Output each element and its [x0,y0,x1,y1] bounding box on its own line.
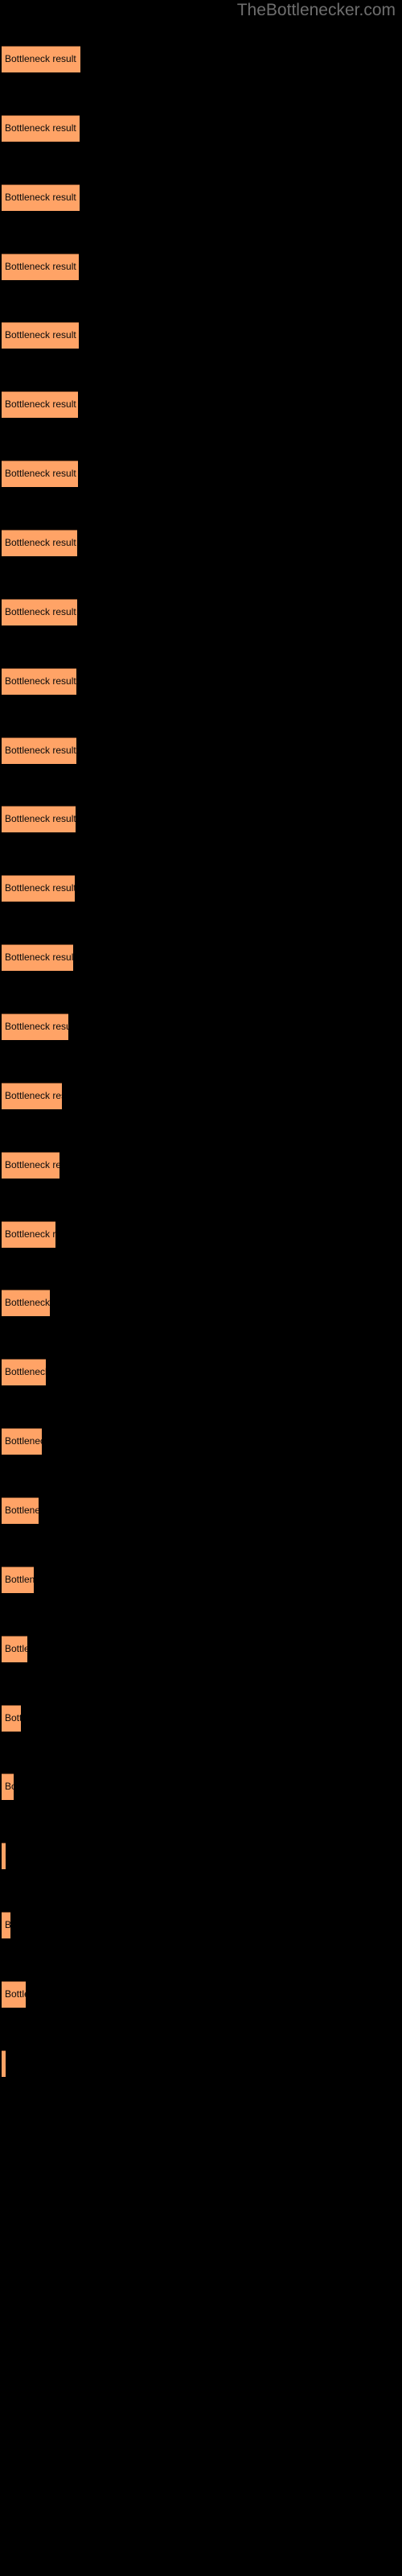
bar-row: Bottleneck result [2,1843,6,1869]
bar-clip: Bottleneck result [2,806,76,832]
bar-row: Bottleneck result [2,1497,39,1524]
bar-row: Bottleneck result [2,1773,14,1800]
bar-row: Bottleneck result [2,668,76,695]
bar-row: Bottleneck result [2,2050,6,2077]
bar-clip: Bottleneck result [2,668,76,695]
bar-row: Bottleneck result [2,1705,21,1732]
bar-fill [2,322,79,349]
bar-clip: Bottleneck result [2,2050,6,2077]
bar-fill [2,1912,10,1938]
bar-row: Bottleneck result [2,184,80,211]
bar-fill [2,1981,26,2008]
bar-fill [2,1083,62,1109]
bar-row: Bottleneck result [2,1290,50,1316]
bar-clip: Bottleneck result [2,737,76,764]
bar-fill [2,944,73,971]
bar-fill [2,599,77,625]
bar-row: Bottleneck result [2,1152,59,1179]
bar-clip: Bottleneck result [2,115,80,142]
bar-clip: Bottleneck result [2,460,78,487]
bar-clip: Bottleneck result [2,1221,55,1248]
bar-fill [2,391,78,418]
bar-fill [2,1636,27,1662]
bottleneck-bar-chart: Bottleneck result Bottleneck result Bottle… [0,0,402,2576]
bar-fill [2,1359,46,1385]
bar-row: Bottleneck result [2,322,79,349]
bar-fill [2,46,80,72]
bar-row: Bottleneck result [2,1981,26,2008]
bar-clip: Bottleneck result [2,46,80,72]
bar-row: Bottleneck result [2,1912,10,1938]
bar-clip: Bottleneck result [2,944,73,971]
bar-clip: Bottleneck result [2,1359,46,1385]
bar-fill [2,184,80,211]
bar-row: Bottleneck result [2,737,76,764]
bar-clip: Bottleneck result [2,391,78,418]
bar-row: Bottleneck result [2,806,76,832]
bar-fill [2,1843,6,1869]
bar-clip: Bottleneck result [2,530,77,556]
bar-fill [2,1567,34,1593]
bar-fill [2,875,75,902]
bar-clip: Bottleneck result [2,1083,62,1109]
bar-fill [2,530,77,556]
bar-clip: Bottleneck result [2,1981,26,2008]
bar-clip: Bottleneck result [2,1290,50,1316]
bar-clip: Bottleneck result [2,322,79,349]
bar-fill [2,2050,6,2077]
bar-row: Bottleneck result [2,391,78,418]
bar-fill [2,1773,14,1800]
bar-fill [2,1497,39,1524]
bar-fill [2,460,78,487]
bar-clip: Bottleneck result [2,1013,68,1040]
bar-fill [2,1428,42,1455]
bar-clip: Bottleneck result [2,184,80,211]
bar-row: Bottleneck result [2,1636,27,1662]
bar-row: Bottleneck result [2,460,78,487]
bar-fill [2,806,76,832]
bar-clip: Bottleneck result [2,254,79,280]
bar-fill [2,1013,68,1040]
bar-row: Bottleneck result [2,530,77,556]
bar-clip: Bottleneck result [2,875,75,902]
bar-fill [2,115,80,142]
bar-clip: Bottleneck result [2,1636,27,1662]
bar-row: Bottleneck result [2,115,80,142]
bar-clip: Bottleneck result [2,1705,21,1732]
bar-row: Bottleneck result [2,944,73,971]
bar-clip: Bottleneck result [2,1773,14,1800]
bar-fill [2,668,76,695]
bar-row: Bottleneck result [2,254,79,280]
bar-clip: Bottleneck result [2,1497,39,1524]
bar-fill [2,1152,59,1179]
bar-row: Bottleneck result [2,1567,34,1593]
bar-row: Bottleneck result [2,1083,62,1109]
bar-clip: Bottleneck result [2,1428,42,1455]
bar-fill [2,1221,55,1248]
bar-fill [2,737,76,764]
bar-clip: Bottleneck result [2,599,77,625]
bar-clip: Bottleneck result [2,1567,34,1593]
bar-fill [2,254,79,280]
bar-row: Bottleneck result [2,1359,46,1385]
bar-row: Bottleneck result [2,1013,68,1040]
bar-row: Bottleneck result [2,1428,42,1455]
bar-clip: Bottleneck result [2,1843,6,1869]
bar-row: Bottleneck result [2,1221,55,1248]
bar-row: Bottleneck result [2,875,75,902]
bar-clip: Bottleneck result [2,1152,59,1179]
bar-fill [2,1705,21,1732]
bar-clip: Bottleneck result [2,1912,10,1938]
bar-row: Bottleneck result [2,599,77,625]
bar-fill [2,1290,50,1316]
bar-row: Bottleneck result [2,46,80,72]
